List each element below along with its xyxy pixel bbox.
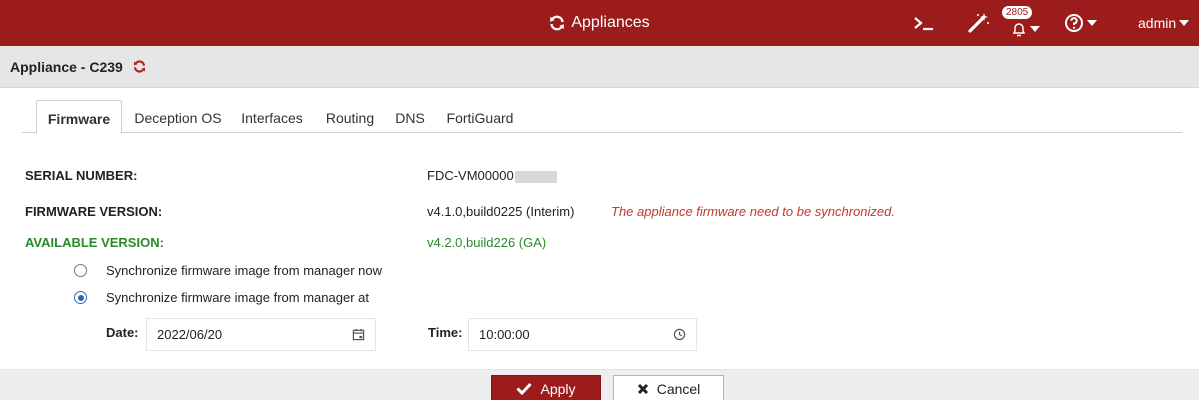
appliance-header: Appliance - C239 — [0, 46, 1199, 88]
firmware-version-value: v4.1.0,build0225 (Interim) — [427, 204, 575, 219]
cancel-label: Cancel — [656, 380, 701, 397]
date-field — [146, 318, 376, 351]
chevron-down-icon — [1087, 20, 1097, 26]
refresh-icon — [550, 15, 565, 31]
appliance-title: Appliance - C239 — [10, 58, 123, 75]
top-bar: Appliances 2805 admin — [0, 0, 1199, 46]
calendar-icon — [352, 328, 364, 341]
sync-now-label: Synchronize firmware image from manager … — [106, 263, 382, 278]
sync-now-option[interactable]: Synchronize firmware image from manager … — [74, 263, 382, 278]
help-button[interactable] — [1064, 0, 1097, 46]
sync-at-option[interactable]: Synchronize firmware image from manager … — [74, 290, 369, 305]
console-icon[interactable] — [913, 0, 935, 46]
clock-icon — [673, 328, 685, 341]
page-title: Appliances — [571, 14, 650, 31]
sync-at-radio[interactable] — [74, 291, 87, 304]
clock-button[interactable] — [662, 319, 696, 350]
close-icon — [637, 383, 648, 394]
refresh-icon — [133, 60, 145, 73]
help-icon — [1065, 14, 1083, 32]
tab-bar: Firmware Deception OS Interfaces Routing… — [22, 100, 1182, 134]
serial-number-text: FDC-VM00000 — [427, 168, 514, 183]
date-label: Date: — [106, 325, 139, 340]
tab-dns[interactable]: DNS — [392, 100, 428, 133]
calendar-button[interactable] — [341, 319, 375, 350]
cancel-button[interactable]: Cancel — [613, 375, 724, 400]
user-name: admin — [1138, 15, 1177, 31]
tab-fortiguard[interactable]: FortiGuard — [442, 100, 518, 133]
apply-button[interactable]: Apply — [491, 375, 601, 400]
refresh-button[interactable] — [133, 60, 146, 73]
firmware-sync-warning: The appliance firmware need to be synchr… — [611, 204, 895, 219]
checkmark-icon — [516, 382, 533, 395]
tab-deception-os[interactable]: Deception OS — [130, 100, 226, 133]
sync-at-label: Synchronize firmware image from manager … — [106, 290, 369, 305]
date-input[interactable] — [147, 319, 341, 350]
user-menu[interactable]: admin — [1138, 0, 1190, 46]
available-version-label: AVAILABLE VERSION: — [25, 235, 164, 250]
tab-firmware[interactable]: Firmware — [36, 100, 122, 134]
tab-interfaces[interactable]: Interfaces — [236, 100, 308, 133]
chevron-down-icon — [1179, 20, 1190, 26]
notifications-button[interactable]: 2805 — [1002, 0, 1044, 46]
serial-number-label: SERIAL NUMBER: — [25, 168, 138, 183]
bell-icon — [1012, 23, 1026, 37]
time-input[interactable] — [469, 319, 662, 350]
serial-number-value: FDC-VM00000 — [427, 168, 557, 183]
time-label: Time: — [428, 325, 463, 340]
tab-routing[interactable]: Routing — [320, 100, 380, 133]
available-version-value: v4.2.0,build226 (GA) — [427, 235, 547, 250]
notification-badge: 2805 — [1002, 6, 1033, 19]
apply-label: Apply — [540, 380, 576, 397]
footer-bar: Apply Cancel — [0, 369, 1199, 400]
redacted-serial — [514, 170, 557, 183]
sync-now-radio[interactable] — [74, 264, 87, 277]
firmware-version-label: FIRMWARE VERSION: — [25, 204, 163, 219]
magic-wand-icon[interactable] — [966, 0, 990, 46]
chevron-down-icon — [1030, 26, 1040, 32]
time-field — [468, 318, 697, 351]
